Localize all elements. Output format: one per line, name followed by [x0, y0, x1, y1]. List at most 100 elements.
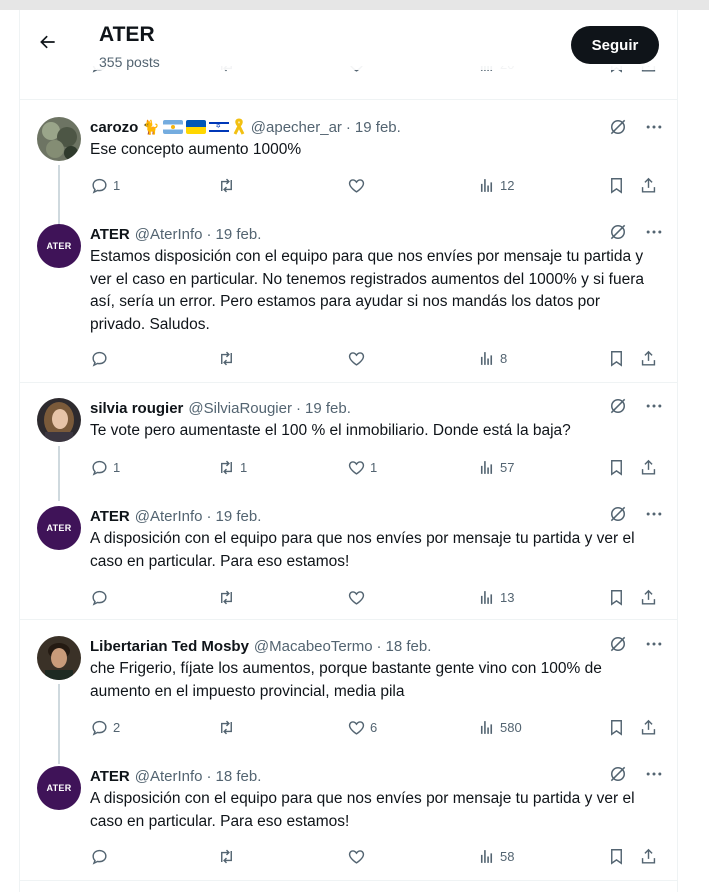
tweet-silvia-rougier[interactable]: silvia rougier @SilviaRougier · 19 feb. … [20, 396, 677, 501]
views-button[interactable]: 8 [477, 348, 507, 368]
share-button[interactable] [639, 717, 658, 737]
avatar[interactable]: ATER [37, 506, 81, 550]
tweet-ater-reply[interactable]: ATER ATER @AterInfo · 18 feb. A disposic… [20, 766, 677, 871]
share-button[interactable] [639, 175, 658, 195]
avatar[interactable] [37, 117, 81, 161]
tweet-date[interactable]: 19 feb. [355, 119, 401, 136]
tweet-ater-reply[interactable]: ATER ATER @AterInfo · 19 feb. Estamos di… [20, 224, 677, 374]
more-button[interactable] [644, 222, 664, 242]
tweet-date[interactable]: 19 feb. [216, 508, 262, 525]
reply-icon [92, 460, 107, 476]
author-handle[interactable]: @AterInfo [135, 226, 203, 243]
author-name[interactable]: silvia rougier [90, 400, 183, 417]
grok-button[interactable] [608, 222, 628, 242]
grok-icon [610, 224, 626, 240]
bookmark-button[interactable] [607, 175, 626, 195]
reply-button[interactable]: 1 [90, 457, 120, 477]
grok-button[interactable] [608, 634, 628, 654]
author-handle[interactable]: @AterInfo [135, 508, 203, 525]
bookmark-button[interactable] [607, 846, 626, 866]
flag-ukraine-icon [185, 120, 206, 134]
heart-icon [348, 720, 365, 735]
grok-button[interactable] [608, 117, 628, 137]
author-name[interactable]: ATER [90, 768, 130, 785]
reply-button[interactable] [90, 846, 113, 866]
flag-israel-icon: ✡ [208, 120, 229, 134]
bookmark-icon [611, 459, 622, 476]
retweet-button[interactable] [217, 348, 240, 368]
views-button[interactable]: 57 [477, 457, 514, 477]
avatar-photo [37, 398, 81, 442]
grok-button[interactable] [608, 504, 628, 524]
tweet-date[interactable]: 19 feb. [305, 400, 351, 417]
author-name[interactable]: carozo [90, 119, 138, 136]
author-handle[interactable]: @AterInfo [135, 768, 203, 785]
author-handle[interactable]: @SilviaRougier [188, 400, 292, 417]
like-button[interactable]: 6 [347, 717, 377, 737]
more-icon [646, 512, 662, 516]
heart-icon [348, 590, 365, 605]
flag-argentina-icon [162, 120, 183, 134]
tweet-header: ATER @AterInfo · 19 feb. [90, 224, 261, 244]
share-button[interactable] [639, 587, 658, 607]
author-name[interactable]: ATER [90, 226, 130, 243]
retweet-button[interactable] [217, 717, 240, 737]
reply-button[interactable] [90, 348, 113, 368]
avatar[interactable] [37, 636, 81, 680]
views-count: 8 [500, 350, 508, 366]
bookmark-button[interactable] [607, 348, 626, 368]
reply-button[interactable]: 2 [90, 717, 120, 737]
tweet-carozo[interactable]: carozo 🐈 ✡ @apecher_ar · 19 feb. Ese con… [20, 117, 677, 260]
like-button[interactable] [347, 348, 370, 368]
more-icon [646, 230, 662, 234]
more-button[interactable] [644, 504, 664, 524]
author-name[interactable]: Libertarian Ted Mosby [90, 638, 249, 655]
like-button[interactable] [347, 175, 370, 195]
like-button[interactable] [347, 846, 370, 866]
reply-button[interactable] [90, 587, 113, 607]
name-emojis: 🐈 ✡ [142, 118, 245, 136]
tweet-top-actions [608, 504, 664, 524]
avatar[interactable]: ATER [37, 224, 81, 268]
more-button[interactable] [644, 764, 664, 784]
avatar[interactable]: ATER [37, 766, 81, 810]
views-icon [480, 351, 493, 365]
tweet-actions: 13 [90, 587, 660, 607]
retweet-button[interactable] [217, 175, 240, 195]
share-button[interactable] [639, 846, 658, 866]
views-button[interactable]: 13 [477, 587, 514, 607]
views-button[interactable]: 58 [477, 846, 514, 866]
more-icon [646, 404, 662, 408]
retweet-button[interactable] [217, 846, 240, 866]
like-button[interactable]: 1 [347, 457, 377, 477]
tweet-ted-mosby[interactable]: Libertarian Ted Mosby @MacabeoTermo · 18… [20, 634, 677, 764]
author-handle[interactable]: @apecher_ar [251, 119, 342, 136]
reply-button[interactable]: 1 [90, 175, 120, 195]
views-icon [480, 720, 493, 734]
more-button[interactable] [644, 396, 664, 416]
tweet-date[interactable]: 18 feb. [216, 768, 262, 785]
author-name[interactable]: ATER [90, 508, 130, 525]
retweet-button[interactable]: 1 [217, 457, 247, 477]
like-button[interactable] [347, 587, 370, 607]
more-button[interactable] [644, 117, 664, 137]
bookmark-button[interactable] [607, 457, 626, 477]
grok-button[interactable] [608, 764, 628, 784]
author-handle[interactable]: @MacabeoTermo [254, 638, 373, 655]
grok-button[interactable] [608, 396, 628, 416]
tweet-date[interactable]: 19 feb. [216, 226, 262, 243]
back-button[interactable] [36, 30, 60, 54]
share-button[interactable] [639, 457, 658, 477]
follow-button[interactable]: Seguir [571, 26, 659, 64]
views-button[interactable]: 12 [477, 175, 514, 195]
views-button[interactable]: 580 [477, 717, 522, 737]
views-count: 57 [500, 459, 515, 475]
tweet-ater-reply[interactable]: ATER ATER @AterInfo · 19 feb. A disposic… [20, 506, 677, 611]
retweet-button[interactable] [217, 587, 240, 607]
bookmark-button[interactable] [607, 717, 626, 737]
bookmark-button[interactable] [607, 587, 626, 607]
avatar[interactable] [37, 398, 81, 442]
tweet-date[interactable]: 18 feb. [386, 638, 432, 655]
more-button[interactable] [644, 634, 664, 654]
share-button[interactable] [639, 348, 658, 368]
